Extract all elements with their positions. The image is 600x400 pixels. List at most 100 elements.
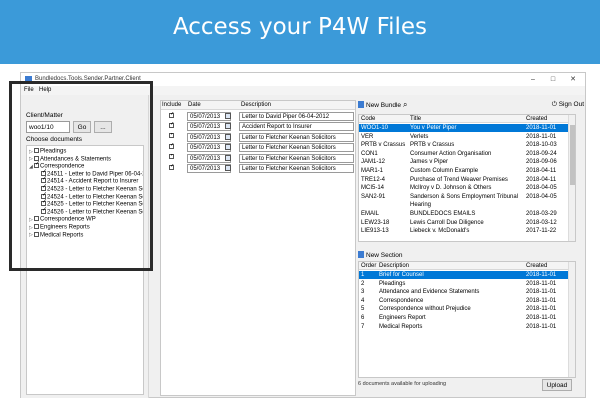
description-cell: Letter to Fletcher Keenan Solicitors [239,153,354,163]
date-column-header[interactable]: Date [188,102,201,108]
new-section-button[interactable]: New Section [358,251,403,259]
bundle-code: WOO1-10 [361,125,389,131]
title-column-header[interactable]: Title [410,115,525,123]
search-icon[interactable]: ⌕ [403,100,407,110]
sections-scrollbar[interactable] [568,262,575,377]
bundles-scrollbar[interactable] [568,115,575,241]
documents-grid: Include Date Description 05/07/2013Lette… [160,100,356,396]
minimize-button[interactable]: – [525,74,541,85]
section-row[interactable]: 7 Medical Reports 2018-11-01 [359,323,569,331]
section-order: 4 [361,297,365,304]
section-description: Pleadings [379,280,406,287]
new-bundle-label: New Bundle [366,102,402,109]
bundle-row[interactable]: SAN2-91 Sanderson & Sons Employment Tribu… [359,193,569,201]
bundle-code: SAN2-91 [361,193,386,200]
include-checkbox[interactable] [169,164,175,170]
sections-table-header: Order Description Created [359,262,569,270]
bundle-title: BUNDLEDOCS EMAILS [410,211,476,217]
new-section-label: New Section [366,252,403,259]
bundle-code: TRE12-4 [361,176,386,183]
bundles-scroll-thumb[interactable] [570,125,575,185]
bundle-row[interactable]: VER Verlets 2018-11-01 [359,133,569,141]
bundle-title: Lewis Carroll Due Diligence [410,219,484,226]
document-row[interactable]: 05/07/2013Accident Report to Insurer [161,122,357,132]
section-row[interactable]: 6 Engineers Report 2018-11-01 [359,314,569,322]
section-created: 2018-11-01 [526,315,557,321]
sign-out-button[interactable]: ⏻ Sign Out [552,101,584,109]
bundle-title: Liebeck v. McDonald's [410,228,470,235]
bundle-created: 2017-11-22 [526,228,557,235]
calendar-icon[interactable] [225,144,231,151]
calendar-icon[interactable] [225,133,231,140]
include-checkbox[interactable] [169,122,175,128]
section-description-column-header[interactable]: Description [379,262,525,270]
new-bundle-button[interactable]: New Bundle [358,101,401,109]
sign-out-label: Sign Out [558,101,584,108]
bundle-row[interactable]: PRTB v Crassus PRTB v Crassus 2018-10-03 [359,141,569,149]
calendar-icon[interactable] [225,165,231,171]
section-row[interactable]: 2 Pleadings 2018-11-01 [359,280,569,288]
bundles-panel: New Bundle ⌕ ⏻ Sign Out Code Title Creat… [358,100,584,248]
section-created: 2018-11-01 [526,297,557,304]
include-checkbox[interactable] [169,133,175,139]
new-bundle-icon [358,101,364,108]
section-description: Correspondence [379,297,424,304]
bundle-row[interactable]: LEW23-18 Lewis Carroll Due Diligence 2018-… [359,219,569,227]
bundle-created: 2018-03-29 [526,211,557,217]
section-row[interactable]: 4 Correspondence 2018-11-01 [359,297,569,305]
include-cell [169,164,179,173]
bundle-row[interactable]: JAM1-12 James v Piper 2018-09-06 [359,158,569,166]
bundle-row[interactable]: EMAIL BUNDLEDOCS EMAILS 2018-03-29 [359,210,569,218]
bundle-row[interactable]: MAR1-1 Custom Column Example 2018-04-11 [359,167,569,175]
bundle-code: VER [361,133,374,140]
section-row[interactable]: 5 Correspondence without Prejudice 2018-11… [359,305,569,313]
include-checkbox[interactable] [169,112,175,118]
bundle-row[interactable]: MCI5-14 McIlroy v D. Johnson & Others 2018… [359,184,569,192]
bundle-created: 2018-04-11 [526,168,557,174]
section-row[interactable]: 1 Brief for Counsel 2018-11-01 [359,271,569,279]
document-row[interactable]: 05/07/2013Letter to David Piper 06-04-20… [161,112,357,121]
document-row[interactable]: 05/07/2013Letter to Fletcher Keenan Soli… [161,132,357,142]
calendar-icon[interactable] [225,154,231,161]
section-created-column-header[interactable]: Created [526,262,566,270]
include-checkbox[interactable] [169,143,175,149]
calendar-icon[interactable] [225,123,231,130]
bundle-row[interactable]: TRE12-4 Purchase of Trend Weaver Premises… [359,176,569,184]
section-row[interactable]: 3 Attendance and Evidence Statements 2018-… [359,288,569,296]
bundle-row[interactable]: WOO1-10 You v Peter Piper 2018-11-01 [359,124,569,132]
description-cell: Accident Report to Insurer [239,122,354,132]
section-order: 5 [361,306,365,313]
maximize-button[interactable]: □ [545,74,561,85]
bundle-code: EMAIL [361,211,380,217]
description-cell: Letter to David Piper 06-04-2012 [239,112,354,121]
close-button[interactable]: ✕ [565,74,581,85]
document-row[interactable]: 05/07/2013Letter to Fletcher Keenan Soli… [161,164,357,173]
bundle-code: LIE913-13 [361,228,389,235]
bundle-row[interactable]: LIE913-13 Liebeck v. McDonald's 2017-11-22 [359,227,569,235]
bundle-row[interactable]: Hearing [359,201,569,209]
section-description: Medical Reports [379,323,423,330]
bundle-row[interactable]: CON1 Consumer Action Organisation 2018-09-… [359,150,569,158]
include-checkbox[interactable] [169,154,175,160]
description-cell: Letter to Fletcher Keenan Solicitors [239,132,354,142]
power-icon: ⏻ [551,101,557,108]
upload-button[interactable]: Upload [542,379,572,391]
document-row[interactable]: 05/07/2013Letter to Fletcher Keenan Soli… [161,143,357,153]
code-column-header[interactable]: Code [361,115,409,123]
bundle-code: LEW23-18 [361,219,390,226]
banner: Access your P4W Files [0,0,600,64]
calendar-icon[interactable] [225,113,231,119]
description-cell: Letter to Fletcher Keenan Solicitors [239,164,354,173]
bundle-created-column-header[interactable]: Created [526,115,566,123]
include-column-header[interactable]: Include [162,102,181,108]
bundle-title: Custom Column Example [410,168,479,174]
new-section-icon [358,251,364,258]
bundle-created: 2018-11-01 [526,133,557,140]
documents-grid-header: Include Date Description [161,101,355,110]
bundle-created: 2018-11-01 [526,125,557,131]
description-column-header[interactable]: Description [241,102,271,108]
document-row[interactable]: 05/07/2013Letter to Fletcher Keenan Soli… [161,153,357,163]
include-cell [169,122,179,131]
order-column-header[interactable]: Order [361,262,378,270]
section-created: 2018-11-01 [526,289,557,296]
